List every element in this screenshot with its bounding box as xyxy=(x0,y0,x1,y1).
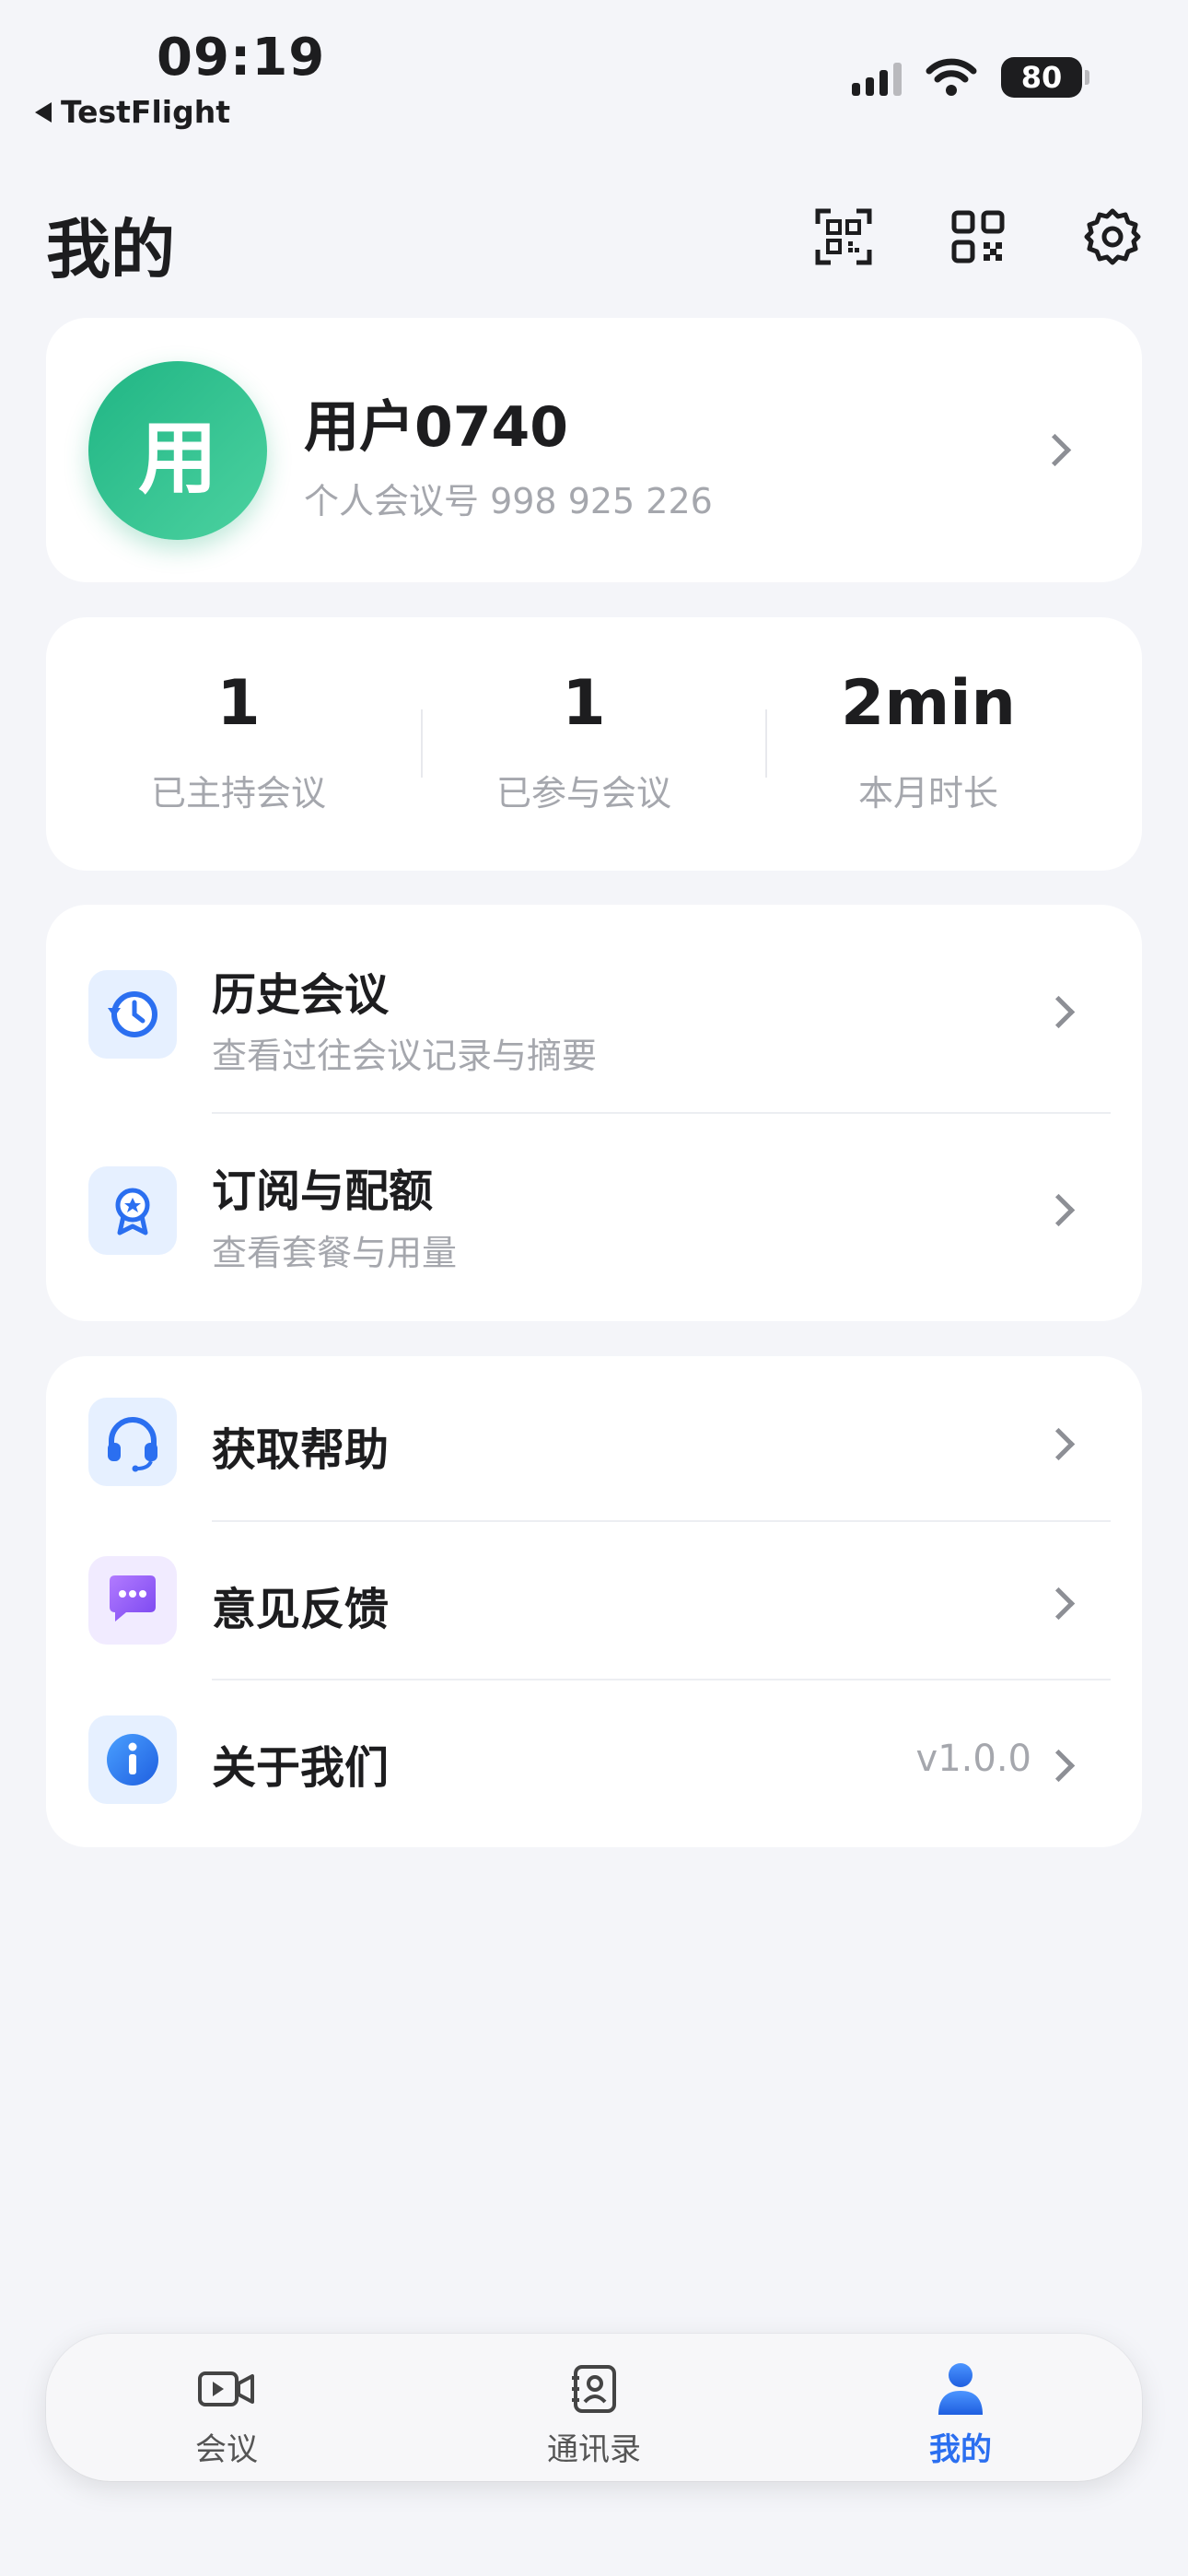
menu-about-title: 关于我们 xyxy=(212,1742,390,1794)
stats-card: 1 已主持会议 1 已参与会议 2min 本月时长 xyxy=(46,617,1142,871)
status-indicators: 80 xyxy=(852,57,1089,98)
menu-item-about[interactable]: 关于我们 v1.0.0 xyxy=(46,1680,1142,1847)
header-actions xyxy=(814,207,1142,266)
back-to-app-button[interactable]: TestFlight xyxy=(35,94,230,130)
menu-subscription-subtitle: 查看套餐与用量 xyxy=(212,1233,458,1273)
menu-subscription-title: 订阅与配额 xyxy=(212,1165,434,1217)
contacts-icon xyxy=(502,2361,686,2417)
tab-me-label: 我的 xyxy=(929,2431,992,2468)
stat-joined-value: 1 xyxy=(562,667,606,740)
menu-item-help[interactable]: 获取帮助 xyxy=(46,1356,1142,1522)
menu-help-title: 获取帮助 xyxy=(212,1424,390,1476)
tab-contacts[interactable]: 通讯录 xyxy=(502,2361,686,2469)
tab-me[interactable]: 我的 xyxy=(868,2361,1053,2469)
page-title: 我的 xyxy=(46,212,175,287)
chevron-right-icon xyxy=(1042,995,1076,1029)
badge-icon xyxy=(88,1166,177,1255)
menu-item-history[interactable]: 历史会议 查看过往会议记录与摘要 xyxy=(46,905,1142,1112)
stat-joined-label: 已参与会议 xyxy=(495,773,671,814)
wifi-icon xyxy=(926,58,977,96)
tab-meetings-label: 会议 xyxy=(195,2431,258,2468)
menu-history-title: 历史会议 xyxy=(212,969,390,1021)
qr-code-icon[interactable] xyxy=(949,207,1007,266)
menu-item-feedback[interactable]: 意见反馈 xyxy=(46,1522,1142,1679)
bottom-tab-bar: 会议 通讯录 我的 xyxy=(46,2334,1142,2481)
chevron-right-icon xyxy=(1038,433,1072,467)
gear-icon[interactable] xyxy=(1083,207,1142,266)
profile-card[interactable]: 用 用户0740 个人会议号 998 925 226 xyxy=(46,318,1142,582)
menu-history-subtitle: 查看过往会议记录与摘要 xyxy=(212,1036,598,1076)
tab-meetings[interactable]: 会议 xyxy=(134,2361,319,2469)
stat-duration: 2min 本月时长 xyxy=(756,673,1101,815)
headset-icon xyxy=(88,1398,177,1486)
info-icon xyxy=(88,1715,177,1804)
chevron-right-icon xyxy=(1042,1193,1076,1227)
history-icon xyxy=(88,970,177,1059)
video-icon xyxy=(134,2361,319,2417)
stat-hosted-label: 已主持会议 xyxy=(150,773,326,814)
user-name: 用户0740 xyxy=(304,395,568,460)
menu-item-subscription[interactable]: 订阅与配额 查看套餐与用量 xyxy=(46,1114,1142,1321)
chevron-right-icon xyxy=(1042,1749,1076,1783)
person-icon xyxy=(868,2361,1053,2417)
menu-group-records: 历史会议 查看过往会议记录与摘要 订阅与配额 查看套餐与用量 xyxy=(46,905,1142,1321)
chevron-right-icon xyxy=(1042,1587,1076,1621)
avatar: 用 xyxy=(88,361,267,540)
menu-group-support: 获取帮助 意见反馈 关于我们 v1.0.0 xyxy=(46,1356,1142,1847)
app-version: v1.0.0 xyxy=(915,1738,1031,1780)
back-arrow-icon xyxy=(35,101,52,123)
stat-hosted: 1 已主持会议 xyxy=(66,673,411,815)
scan-icon[interactable] xyxy=(814,207,873,266)
tab-contacts-label: 通讯录 xyxy=(547,2431,641,2468)
cellular-signal-icon xyxy=(852,59,902,96)
status-time: 09:19 xyxy=(157,28,326,88)
stat-joined: 1 已参与会议 xyxy=(412,673,756,815)
back-app-label: TestFlight xyxy=(61,94,230,130)
stat-hosted-value: 1 xyxy=(216,667,261,740)
stat-duration-label: 本月时长 xyxy=(857,773,998,814)
menu-feedback-title: 意见反馈 xyxy=(212,1584,390,1635)
chat-icon xyxy=(88,1556,177,1645)
battery-indicator: 80 xyxy=(1001,57,1089,98)
personal-meeting-id: 个人会议号 998 925 226 xyxy=(304,481,713,521)
chevron-right-icon xyxy=(1042,1427,1076,1461)
stat-duration-value: 2min xyxy=(841,667,1016,740)
